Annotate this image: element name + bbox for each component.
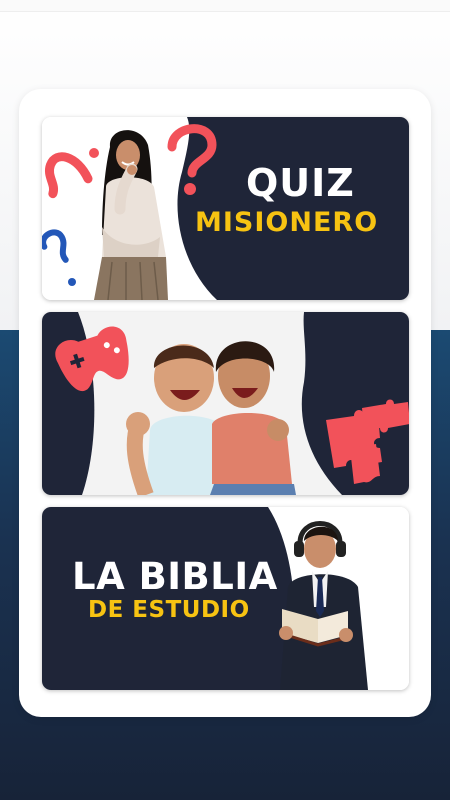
quiz-misionero-card[interactable]: QUIZ MISIONERO [42, 117, 409, 300]
status-bar [0, 0, 450, 12]
biblia-de-estudio-card[interactable]: LA BIBLIA DE ESTUDIO [42, 507, 409, 690]
card-title-line2: MISIONERO [195, 207, 379, 238]
card-title-line2: DE ESTUDIO [88, 597, 250, 623]
kids-illustration [126, 341, 296, 495]
card-title-line1: LA BIBLIA [72, 555, 278, 598]
card-title-line1: QUIZ [246, 161, 355, 205]
games-card[interactable] [42, 312, 409, 495]
